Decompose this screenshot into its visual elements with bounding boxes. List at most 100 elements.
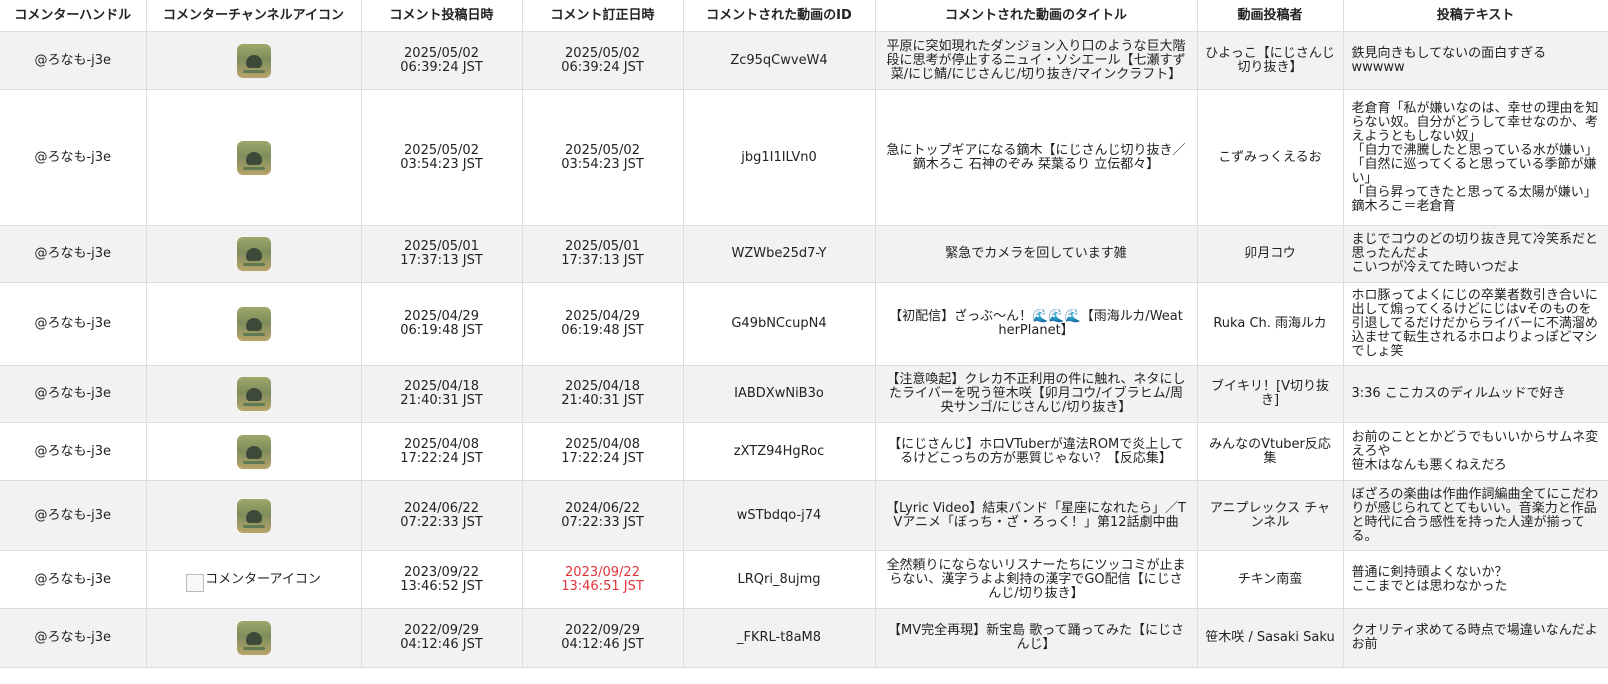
table-row: @ろなも-j3e 2025/05/02 06:39:24 JST 2025/05/0… [0,31,1608,90]
comment-text: 鉄見向きもしてないの面白すぎる wwwww [1343,31,1608,90]
posted-datetime: 2022/09/29 04:12:46 JST [361,608,523,668]
edited-datetime: 2024/06/22 07:22:33 JST [522,480,684,551]
edited-datetime: 2025/04/18 21:40:31 JST [522,365,684,423]
video-title[interactable]: 【初配信】ざっぶ～ん！🌊🌊🌊【雨海ルカ/WeatherPlanet】 [875,282,1198,366]
col-header-uploader[interactable]: 動画投稿者 [1197,0,1344,32]
posted-datetime: 2024/06/22 07:22:33 JST [361,480,523,551]
video-id[interactable]: IABDXwNiB3o [683,365,876,423]
posted-datetime: 2025/05/01 17:37:13 JST [361,225,523,283]
commenter-handle[interactable]: @ろなも-j3e [0,282,147,366]
comment-text: まじでコウのどの切り抜き見て冷笑系だと思ったんだよ こいつが冷えてた時いつだよ [1343,225,1608,283]
video-id[interactable]: wSTbdqo-j74 [683,480,876,551]
video-uploader[interactable]: こずみっくえるお [1197,89,1344,226]
col-header-icon[interactable]: コメンターチャンネルアイコン [146,0,362,32]
broken-image-icon: コメンターアイコン [186,569,321,592]
edited-datetime: 2025/04/08 17:22:24 JST [522,422,684,481]
commenter-handle[interactable]: @ろなも-j3e [0,225,147,283]
video-uploader[interactable]: チキン南蛮 [1197,550,1344,609]
posted-datetime: 2025/05/02 06:39:24 JST [361,31,523,90]
commenter-icon-cell [146,480,362,551]
table-row: @ろなも-j3e 2022/09/29 04:12:46 JST 2022/09/2… [0,608,1608,668]
video-uploader[interactable]: アニプレックス チャンネル [1197,480,1344,551]
commenter-icon-cell [146,31,362,90]
posted-datetime: 2023/09/22 13:46:52 JST [361,550,523,609]
video-title[interactable]: 【にじさんじ】ホロVTuberが違法ROMで炎上してるけどこっちの方が悪質じゃな… [875,422,1198,481]
comment-text: ホロ豚ってよくにじの卒業者数引き合いに出して煽ってくるけどにじはvそのものを引退… [1343,282,1608,366]
col-header-video-title[interactable]: コメントされた動画のタイトル [875,0,1198,32]
video-title[interactable]: 平原に突如現れたダンジョン入り口のような巨大階段に思考が停止するニュイ・ソシエー… [875,31,1198,90]
table-row: @ろなも-j3e 2025/04/29 06:19:48 JST 2025/04/2… [0,282,1608,366]
posted-datetime: 2025/04/18 21:40:31 JST [361,365,523,423]
commenter-avatar-icon[interactable] [236,621,271,655]
comment-text: お前のこととかどうでもいいからサムネ変えろや 笹木はなんも悪くねえだろ [1343,422,1608,481]
commenter-handle[interactable]: @ろなも-j3e [0,89,147,226]
comment-text: ぼざろの楽曲は作曲作詞編曲全てにこだわりが感じられてとてもいい。音楽力と作品と時… [1343,480,1608,551]
video-uploader[interactable]: ひよっこ【にじさんじ切り抜き】 [1197,31,1344,90]
icon-alt-text: コメンターアイコン [205,571,321,587]
video-title[interactable]: 緊急でカメラを回しています雑 [875,225,1198,283]
commenter-avatar-icon[interactable] [236,377,271,411]
table-row: @ろなも-j3e コメンターアイコン 2023/09/22 13:46:52 JST… [0,550,1608,609]
posted-datetime: 2025/05/02 03:54:23 JST [361,89,523,226]
edited-datetime: 2025/05/01 17:37:13 JST [522,225,684,283]
commenter-handle[interactable]: @ろなも-j3e [0,608,147,668]
video-title[interactable]: 急にトップギアになる鏑木【にじさんじ切り抜き／鏑木ろこ 石神のぞみ 栞葉るり 立… [875,89,1198,226]
comment-text: 3:36 ここカスのディルムッドで好き [1343,365,1608,423]
commenter-avatar-icon[interactable] [236,434,271,469]
commenter-icon-cell [146,608,362,668]
video-uploader[interactable]: みんなのVtuber反応集 [1197,422,1344,481]
commenter-icon-cell [146,422,362,481]
commenter-handle[interactable]: @ろなも-j3e [0,422,147,481]
commenter-avatar-icon[interactable] [236,43,271,78]
commenter-handle[interactable]: @ろなも-j3e [0,480,147,551]
video-uploader[interactable]: 笹木咲 / Sasaki Saku [1197,608,1344,668]
table-row: @ろなも-j3e 2025/05/02 03:54:23 JST 2025/05/0… [0,89,1608,226]
edited-datetime: 2025/05/02 03:54:23 JST [522,89,684,226]
commenter-handle[interactable]: @ろなも-j3e [0,365,147,423]
video-title[interactable]: 【注意喚起】クレカ不正利用の件に触れ、ネタにしたライバーを呪う笹木咲【卯月コウ/… [875,365,1198,423]
commenter-avatar-icon[interactable] [236,498,271,533]
edited-datetime: 2025/05/02 06:39:24 JST [522,31,684,90]
col-header-posted[interactable]: コメント投稿日時 [361,0,523,32]
commenter-icon-cell [146,89,362,226]
commenter-handle[interactable]: @ろなも-j3e [0,31,147,90]
commenter-icon-cell [146,365,362,423]
col-header-video-id[interactable]: コメントされた動画のID [683,0,876,32]
video-id[interactable]: Zc95qCwveW4 [683,31,876,90]
posted-datetime: 2025/04/29 06:19:48 JST [361,282,523,366]
col-header-handle[interactable]: コメンターハンドル [0,0,147,32]
col-header-text[interactable]: 投稿テキスト [1343,0,1608,32]
broken-image-placeholder-icon [186,573,205,592]
table-row: @ろなも-j3e 2025/04/18 21:40:31 JST 2025/04/1… [0,365,1608,423]
video-title[interactable]: 【MV完全再現】新宝島 歌って踊ってみた【にじさんじ】 [875,608,1198,668]
table-row: @ろなも-j3e 2024/06/22 07:22:33 JST 2024/06/2… [0,480,1608,551]
commenter-avatar-icon[interactable] [236,237,271,271]
video-id[interactable]: WZWbe25d7-Y [683,225,876,283]
commenter-handle[interactable]: @ろなも-j3e [0,550,147,609]
video-id[interactable]: G49bNCcupN4 [683,282,876,366]
commenter-icon-cell [146,225,362,283]
table-row: @ろなも-j3e 2025/05/01 17:37:13 JST 2025/05/0… [0,225,1608,283]
header-row: コメンターハンドル コメンターチャンネルアイコン コメント投稿日時 コメント訂正… [0,0,1608,32]
edited-datetime: 2022/09/29 04:12:46 JST [522,608,684,668]
col-header-edited[interactable]: コメント訂正日時 [522,0,684,32]
commenter-icon-cell: コメンターアイコン [146,550,362,609]
posted-datetime: 2025/04/08 17:22:24 JST [361,422,523,481]
video-id[interactable]: zXTZ94HgRoc [683,422,876,481]
video-title[interactable]: 全然頼りにならないリスナーたちにツッコミが止まらない、漢字うよよ剣持の漢字でGO… [875,550,1198,609]
video-id[interactable]: _FKRL-t8aM8 [683,608,876,668]
table-row: @ろなも-j3e 2025/04/08 17:22:24 JST 2025/04/0… [0,422,1608,481]
comment-text: クオリティ求めてる時点で場違いなんだよお前 [1343,608,1608,668]
comment-text: 老倉育「私が嫌いなのは、幸せの理由を知らない奴。自分がどうして幸せなのか、考えよ… [1343,89,1608,226]
video-uploader[interactable]: Ruka Ch. 雨海ルカ [1197,282,1344,366]
video-id[interactable]: LRQri_8ujmg [683,550,876,609]
video-uploader[interactable]: 卯月コウ [1197,225,1344,283]
comments-table: コメンターハンドル コメンターチャンネルアイコン コメント投稿日時 コメント訂正… [0,0,1608,668]
commenter-avatar-icon[interactable] [236,307,271,341]
video-uploader[interactable]: ブイキリ！[V切り抜き] [1197,365,1344,423]
comment-text: 普通に剣持頭よくないか？ ここまでとは思わなかった [1343,550,1608,609]
commenter-icon-cell [146,282,362,366]
video-title[interactable]: 【Lyric Video】結束バンド「星座になれたら」／TVアニメ「ぼっち・ざ・… [875,480,1198,551]
commenter-avatar-icon[interactable] [236,140,271,175]
video-id[interactable]: jbg1I1ILVn0 [683,89,876,226]
